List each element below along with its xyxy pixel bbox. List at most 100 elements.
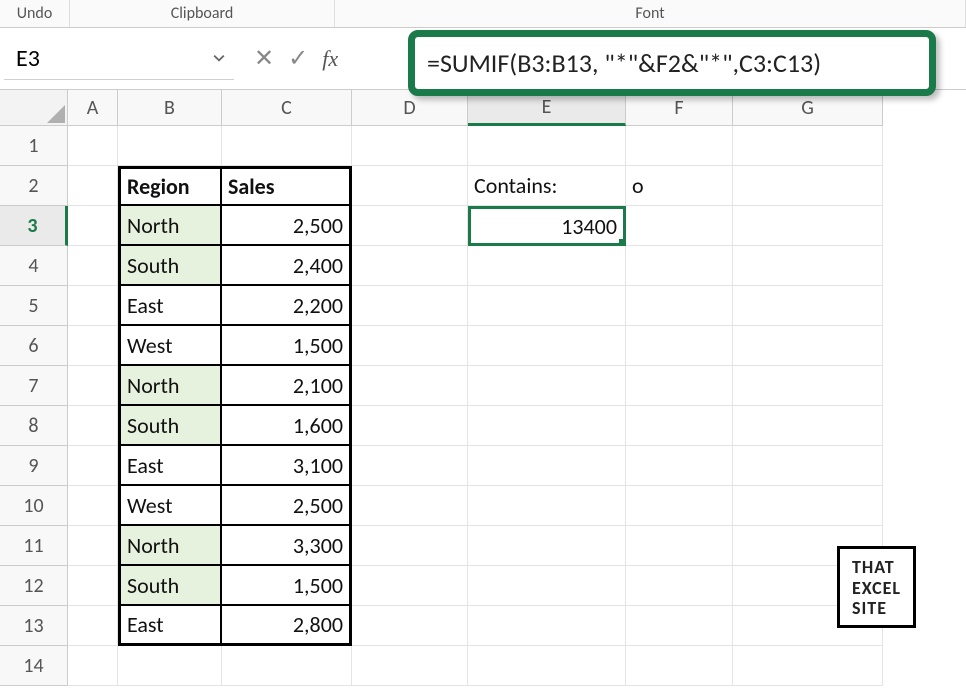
row-header-13[interactable]: 13	[0, 606, 68, 646]
cell-C1[interactable]	[222, 126, 352, 166]
cell-G1[interactable]	[733, 126, 883, 166]
cell-G9[interactable]	[733, 446, 883, 486]
cell-D5[interactable]	[352, 286, 468, 326]
cell-A11[interactable]	[68, 526, 118, 566]
cell-A10[interactable]	[68, 486, 118, 526]
cell-C5[interactable]: 2,200	[222, 286, 352, 326]
cell-E5[interactable]	[468, 286, 626, 326]
cell-A9[interactable]	[68, 446, 118, 486]
cell-G3[interactable]	[733, 206, 883, 246]
cell-E14[interactable]	[468, 646, 626, 686]
row-header-12[interactable]: 12	[0, 566, 68, 606]
cell-C4[interactable]: 2,400	[222, 246, 352, 286]
cell-G7[interactable]	[733, 366, 883, 406]
cell-G2[interactable]	[733, 166, 883, 206]
cell-B1[interactable]	[118, 126, 222, 166]
row-header-5[interactable]: 5	[0, 286, 68, 326]
cell-D8[interactable]	[352, 406, 468, 446]
cell-F6[interactable]	[626, 326, 733, 366]
cell-C11[interactable]: 3,300	[222, 526, 352, 566]
cell-E1[interactable]	[468, 126, 626, 166]
cell-B9[interactable]: East	[118, 446, 222, 486]
cell-B5[interactable]: East	[118, 286, 222, 326]
cell-E10[interactable]	[468, 486, 626, 526]
cell-D10[interactable]	[352, 486, 468, 526]
cell-G10[interactable]	[733, 486, 883, 526]
cell-F11[interactable]	[626, 526, 733, 566]
cell-E2[interactable]: Contains:	[468, 166, 626, 206]
cell-C8[interactable]: 1,600	[222, 406, 352, 446]
cell-D2[interactable]	[352, 166, 468, 206]
cell-B12[interactable]: South	[118, 566, 222, 606]
cell-D3[interactable]	[352, 206, 468, 246]
cell-A1[interactable]	[68, 126, 118, 166]
cell-F8[interactable]	[626, 406, 733, 446]
cell-A5[interactable]	[68, 286, 118, 326]
cell-B7[interactable]: North	[118, 366, 222, 406]
cell-C6[interactable]: 1,500	[222, 326, 352, 366]
cell-A3[interactable]	[68, 206, 118, 246]
cell-B8[interactable]: South	[118, 406, 222, 446]
row-header-4[interactable]: 4	[0, 246, 68, 286]
col-header-B[interactable]: B	[118, 90, 222, 126]
cell-D12[interactable]	[352, 566, 468, 606]
cell-D7[interactable]	[352, 366, 468, 406]
cell-B4[interactable]: South	[118, 246, 222, 286]
enter-icon[interactable]: ✓	[288, 44, 308, 73]
cell-D4[interactable]	[352, 246, 468, 286]
cell-F1[interactable]	[626, 126, 733, 166]
cell-B13[interactable]: East	[118, 606, 222, 646]
cell-G14[interactable]	[733, 646, 883, 686]
row-header-9[interactable]: 9	[0, 446, 68, 486]
row-header-2[interactable]: 2	[0, 166, 68, 206]
cell-A8[interactable]	[68, 406, 118, 446]
cell-A7[interactable]	[68, 366, 118, 406]
cell-F7[interactable]	[626, 366, 733, 406]
cell-F4[interactable]	[626, 246, 733, 286]
cell-E8[interactable]	[468, 406, 626, 446]
cell-B10[interactable]: West	[118, 486, 222, 526]
row-header-7[interactable]: 7	[0, 366, 68, 406]
select-all-corner[interactable]	[0, 90, 68, 126]
cell-C3[interactable]: 2,500	[222, 206, 352, 246]
cell-F2[interactable]: o	[626, 166, 733, 206]
cell-G4[interactable]	[733, 246, 883, 286]
cell-F14[interactable]	[626, 646, 733, 686]
cell-A12[interactable]	[68, 566, 118, 606]
cell-E3[interactable]: 13400	[468, 206, 626, 246]
cell-E4[interactable]	[468, 246, 626, 286]
cell-B14[interactable]	[118, 646, 222, 686]
cell-D11[interactable]	[352, 526, 468, 566]
row-header-1[interactable]: 1	[0, 126, 68, 166]
cell-B3[interactable]: North	[118, 206, 222, 246]
cell-F3[interactable]	[626, 206, 733, 246]
cell-B6[interactable]: West	[118, 326, 222, 366]
cell-A14[interactable]	[68, 646, 118, 686]
cell-D14[interactable]	[352, 646, 468, 686]
cell-C12[interactable]: 1,500	[222, 566, 352, 606]
cell-E7[interactable]	[468, 366, 626, 406]
cell-G5[interactable]	[733, 286, 883, 326]
cell-B11[interactable]: North	[118, 526, 222, 566]
row-header-14[interactable]: 14	[0, 646, 68, 686]
cell-F12[interactable]	[626, 566, 733, 606]
cell-A6[interactable]	[68, 326, 118, 366]
row-header-3[interactable]: 3	[0, 206, 68, 246]
cell-E11[interactable]	[468, 526, 626, 566]
cell-C7[interactable]: 2,100	[222, 366, 352, 406]
cell-D1[interactable]	[352, 126, 468, 166]
row-header-8[interactable]: 8	[0, 406, 68, 446]
row-header-11[interactable]: 11	[0, 526, 68, 566]
cell-G8[interactable]	[733, 406, 883, 446]
col-header-C[interactable]: C	[222, 90, 352, 126]
cell-F10[interactable]	[626, 486, 733, 526]
cell-C2[interactable]: Sales	[222, 166, 352, 206]
cell-B2[interactable]: Region	[118, 166, 222, 206]
cell-D9[interactable]	[352, 446, 468, 486]
cell-F9[interactable]	[626, 446, 733, 486]
cell-E12[interactable]	[468, 566, 626, 606]
cell-E9[interactable]	[468, 446, 626, 486]
cell-C14[interactable]	[222, 646, 352, 686]
cell-D13[interactable]	[352, 606, 468, 646]
cell-F5[interactable]	[626, 286, 733, 326]
